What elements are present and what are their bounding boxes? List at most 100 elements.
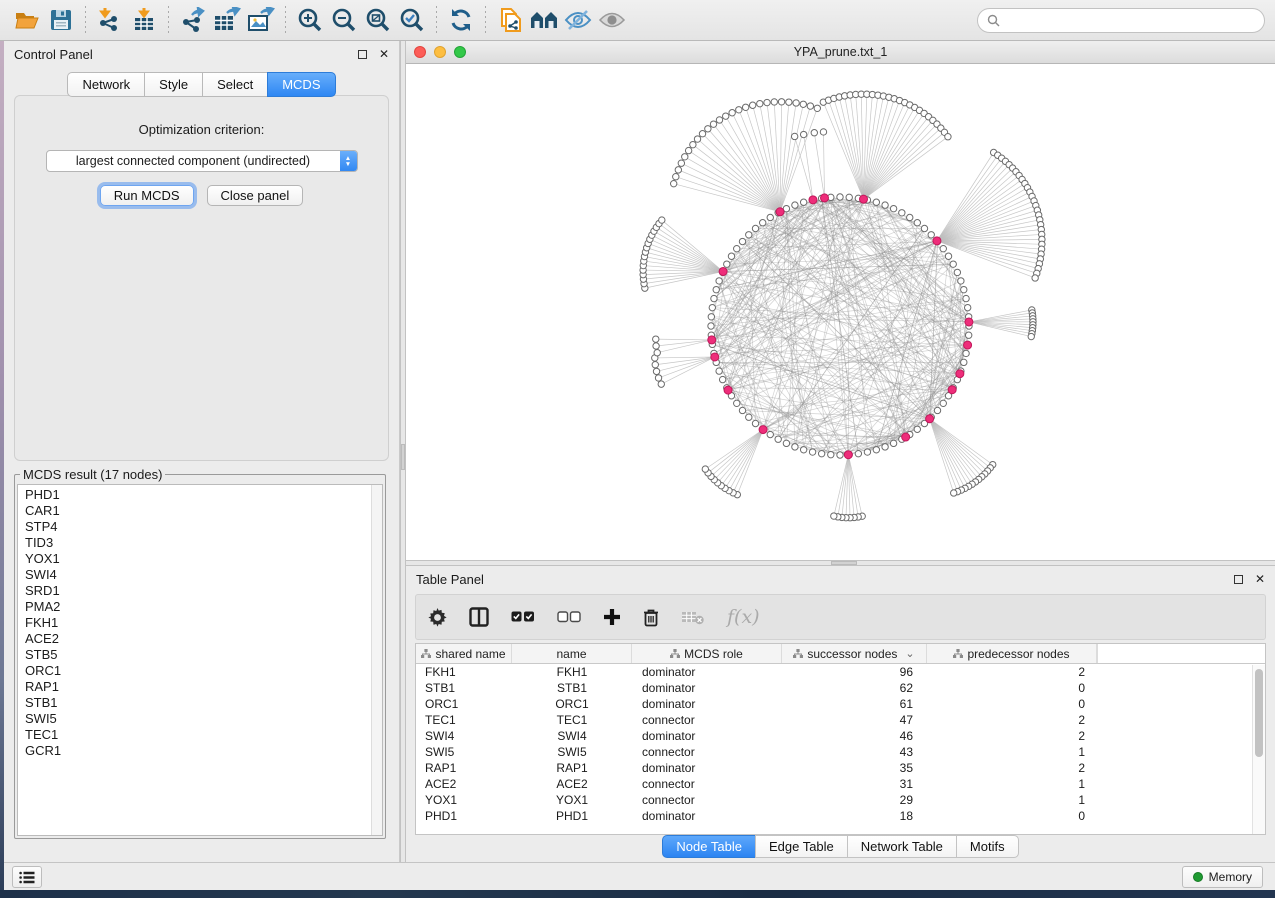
table-row[interactable]: PHD1PHD1dominator180	[416, 808, 1265, 824]
graph-node[interactable]	[708, 314, 714, 320]
mcds-result-item[interactable]: RAP1	[25, 679, 382, 695]
graph-node[interactable]	[945, 253, 951, 259]
graph-hub-node[interactable]	[902, 433, 910, 441]
graph-node[interactable]	[783, 440, 789, 446]
mcds-result-list[interactable]: PHD1CAR1STP4TID3YOX1SWI4SRD1PMA2FKH1ACE2…	[17, 484, 383, 836]
graph-node[interactable]	[964, 304, 970, 310]
table-cell[interactable]: 61	[782, 697, 927, 711]
graph-node[interactable]	[746, 232, 752, 238]
graph-hub-node[interactable]	[776, 208, 784, 216]
column-header-predecessor-nodes[interactable]: predecessor nodes	[927, 644, 1097, 663]
column-header-MCDS-role[interactable]: MCDS role	[632, 644, 782, 663]
graph-node[interactable]	[837, 194, 843, 200]
mcds-result-item[interactable]: SWI4	[25, 567, 382, 583]
mcds-result-item[interactable]: TID3	[25, 535, 382, 551]
graph-node[interactable]	[914, 426, 920, 432]
table-cell[interactable]: dominator	[632, 729, 782, 743]
graph-node[interactable]	[928, 232, 934, 238]
graph-node[interactable]	[890, 440, 896, 446]
graph-node[interactable]	[713, 286, 719, 292]
graph-node[interactable]	[716, 368, 722, 374]
graph-node[interactable]	[809, 449, 815, 455]
mcds-result-item[interactable]: GCR1	[25, 743, 382, 759]
graph-node[interactable]	[739, 238, 745, 244]
graph-leaf-node[interactable]	[658, 381, 664, 387]
graph-node[interactable]	[767, 214, 773, 220]
graph-node[interactable]	[724, 261, 730, 267]
table-row[interactable]: ORC1ORC1dominator610	[416, 696, 1265, 712]
graph-hub-node[interactable]	[809, 196, 817, 204]
import-table-icon[interactable]	[127, 4, 161, 36]
add-column-icon[interactable]	[603, 602, 621, 632]
table-cell[interactable]: dominator	[632, 665, 782, 679]
table-cell[interactable]: PHD1	[512, 809, 632, 823]
export-table-icon[interactable]	[210, 4, 244, 36]
table-cell[interactable]: TEC1	[512, 713, 632, 727]
tab-node-table[interactable]: Node Table	[662, 835, 755, 858]
table-cell[interactable]: 0	[927, 697, 1097, 711]
table-row[interactable]: SWI4SWI4dominator462	[416, 728, 1265, 744]
zoom-out-icon[interactable]	[327, 4, 361, 36]
graph-leaf-node[interactable]	[764, 99, 770, 105]
zoom-fit-icon[interactable]	[361, 4, 395, 36]
mcds-result-item[interactable]: ACE2	[25, 631, 382, 647]
graph-node[interactable]	[828, 451, 834, 457]
mcds-result-item[interactable]: TEC1	[25, 727, 382, 743]
mcds-result-item[interactable]: FKH1	[25, 615, 382, 631]
table-cell[interactable]: ACE2	[512, 777, 632, 791]
mcds-result-item[interactable]: STB5	[25, 647, 382, 663]
graph-leaf-node[interactable]	[723, 113, 729, 119]
table-cell[interactable]: dominator	[632, 809, 782, 823]
table-cell[interactable]: YOX1	[512, 793, 632, 807]
mcds-result-item[interactable]: ORC1	[25, 663, 382, 679]
graph-leaf-node[interactable]	[670, 180, 676, 186]
tab-network[interactable]: Network	[67, 72, 144, 97]
graph-leaf-node[interactable]	[690, 141, 696, 147]
graph-hub-node[interactable]	[956, 370, 964, 378]
table-cell[interactable]: 0	[927, 809, 1097, 823]
hide-selected-icon[interactable]	[561, 4, 595, 36]
graph-node[interactable]	[873, 199, 879, 205]
refresh-icon[interactable]	[444, 4, 478, 36]
table-cell[interactable]: SWI5	[512, 745, 632, 759]
network-graph[interactable]	[406, 64, 1275, 559]
table-cell[interactable]: connector	[632, 793, 782, 807]
graph-node[interactable]	[846, 194, 852, 200]
table-cell[interactable]: STB1	[416, 681, 512, 695]
scrollbar-thumb[interactable]	[1255, 669, 1263, 757]
graph-leaf-node[interactable]	[749, 102, 755, 108]
criterion-select[interactable]: largest connected component (undirected)…	[46, 150, 358, 172]
run-mcds-button[interactable]: Run MCDS	[100, 185, 194, 206]
table-cell[interactable]: ORC1	[512, 697, 632, 711]
graph-leaf-node[interactable]	[694, 136, 700, 142]
table-cell[interactable]: SWI5	[416, 745, 512, 759]
graph-leaf-node[interactable]	[736, 107, 742, 113]
graph-node[interactable]	[963, 295, 969, 301]
graph-node[interactable]	[907, 214, 913, 220]
graph-node[interactable]	[864, 449, 870, 455]
table-cell[interactable]: 1	[927, 777, 1097, 791]
table-cell[interactable]: connector	[632, 777, 782, 791]
graph-node[interactable]	[818, 450, 824, 456]
graph-leaf-node[interactable]	[800, 131, 806, 137]
table-row[interactable]: SWI5SWI5connector431	[416, 744, 1265, 760]
splitter-grip[interactable]	[831, 561, 857, 565]
table-row[interactable]: RAP1RAP1dominator352	[416, 760, 1265, 776]
graph-node[interactable]	[961, 359, 967, 365]
graph-hub-node[interactable]	[860, 195, 868, 203]
graph-hub-node[interactable]	[719, 267, 727, 275]
graph-leaf-node[interactable]	[716, 117, 722, 123]
show-log-console-button[interactable]	[12, 866, 42, 888]
graph-leaf-node[interactable]	[786, 99, 792, 105]
new-network-from-selection-icon[interactable]	[493, 4, 527, 36]
tab-select[interactable]: Select	[202, 72, 267, 97]
graph-node[interactable]	[921, 225, 927, 231]
graph-leaf-node[interactable]	[705, 126, 711, 132]
table-cell[interactable]: FKH1	[512, 665, 632, 679]
graph-node[interactable]	[792, 444, 798, 450]
graph-hub-node[interactable]	[948, 386, 956, 394]
export-image-icon[interactable]	[244, 4, 278, 36]
column-header-successor-nodes[interactable]: successor nodes⌄	[782, 644, 927, 663]
table-cell[interactable]: ORC1	[416, 697, 512, 711]
table-cell[interactable]: 31	[782, 777, 927, 791]
